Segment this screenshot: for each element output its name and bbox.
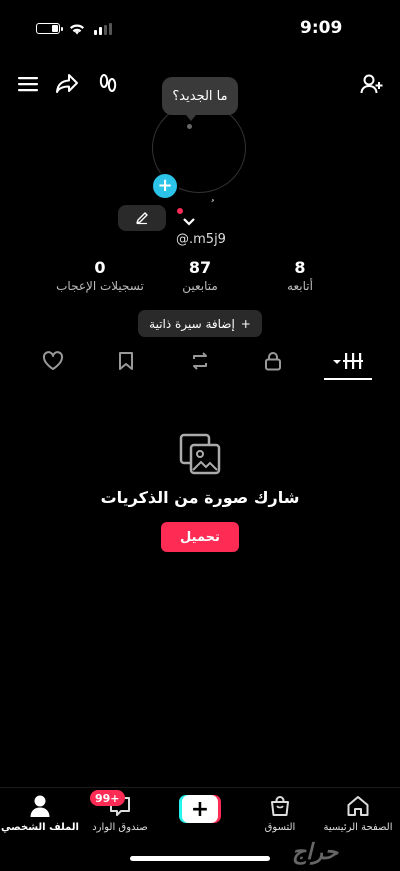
stat-likes[interactable]: 0 تسجيلات الإعجاب bbox=[40, 258, 160, 293]
edit-profile-button[interactable] bbox=[118, 205, 166, 231]
whats-new-bubble[interactable]: ما الجديد؟ bbox=[162, 77, 238, 115]
plus-icon: + bbox=[240, 316, 251, 331]
status-time: 9:09 bbox=[300, 18, 343, 38]
home-indicator bbox=[130, 856, 270, 861]
nav-profile[interactable]: الملف الشخصي bbox=[0, 793, 80, 833]
add-bio-button[interactable]: + إضافة سيرة ذاتية bbox=[138, 310, 262, 337]
pencil-icon bbox=[136, 212, 148, 225]
active-tab-indicator bbox=[324, 378, 372, 380]
heart-icon bbox=[42, 351, 64, 370]
likes-label: تسجيلات الإعجاب bbox=[56, 279, 144, 293]
inbox-badge: 99+ bbox=[90, 790, 125, 806]
footprints-icon[interactable] bbox=[94, 70, 122, 98]
likes-count: 0 bbox=[94, 258, 106, 277]
lock-icon bbox=[265, 352, 281, 371]
upload-button[interactable]: تحميل bbox=[161, 522, 239, 552]
bookmark-icon bbox=[119, 352, 133, 370]
repost-icon bbox=[193, 352, 207, 370]
wifi-icon bbox=[70, 24, 84, 35]
add-user-icon[interactable] bbox=[358, 70, 386, 98]
home-icon bbox=[347, 796, 369, 816]
avatar-placeholder-dot bbox=[187, 124, 192, 129]
profile-icon bbox=[30, 795, 50, 817]
nav-inbox-label: صندوق الوارد bbox=[92, 822, 148, 833]
cellular-signal-icon bbox=[94, 22, 112, 35]
battery-icon bbox=[36, 23, 63, 34]
status-icons bbox=[36, 22, 112, 35]
create-plus-icon: + bbox=[182, 795, 218, 823]
nav-profile-label: الملف الشخصي bbox=[1, 822, 79, 833]
add-bio-label: إضافة سيرة ذاتية bbox=[149, 316, 235, 331]
tab-liked[interactable] bbox=[39, 347, 67, 375]
nav-shop[interactable]: التسوق bbox=[240, 793, 320, 833]
nav-shop-label: التسوق bbox=[264, 822, 296, 833]
nav-home-label: الصفحة الرئيسية bbox=[323, 822, 393, 833]
watermark-logo: حراج bbox=[292, 840, 339, 865]
tab-favorites[interactable] bbox=[112, 347, 140, 375]
tab-reposts[interactable] bbox=[186, 347, 214, 375]
tab-private[interactable] bbox=[259, 347, 287, 375]
videos-grid-icon bbox=[333, 353, 363, 369]
empty-state-text: شارك صورة من الذكريات bbox=[100, 488, 300, 507]
shopping-bag-icon bbox=[271, 796, 289, 816]
create-button[interactable]: + bbox=[179, 795, 221, 823]
chevron-down-icon[interactable] bbox=[182, 212, 196, 231]
add-story-plus-icon[interactable]: + bbox=[151, 172, 179, 200]
bubble-tail bbox=[186, 115, 196, 121]
share-icon[interactable] bbox=[53, 70, 81, 98]
nav-home[interactable]: الصفحة الرئيسية bbox=[318, 793, 398, 833]
username: @.m5j9 bbox=[176, 232, 226, 247]
hamburger-icon[interactable] bbox=[14, 70, 42, 98]
photos-icon bbox=[178, 432, 222, 480]
tab-videos[interactable] bbox=[330, 347, 366, 375]
